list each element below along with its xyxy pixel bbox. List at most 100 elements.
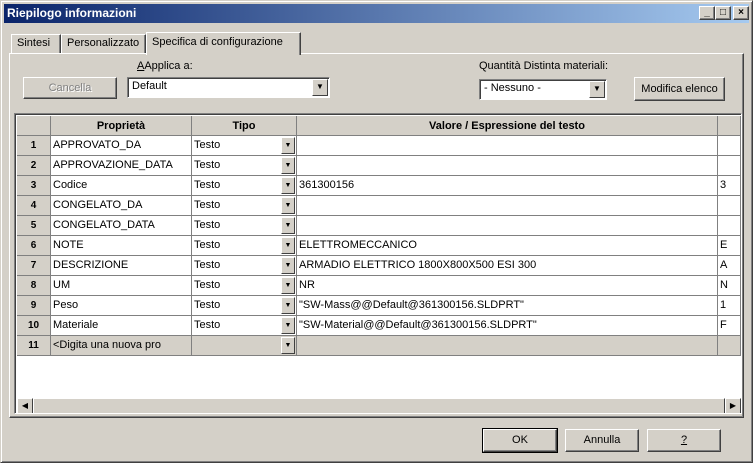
type-select-cell[interactable]: Testo ▼ <box>192 196 297 216</box>
grid-corner-header <box>17 116 51 136</box>
type-value: Testo <box>194 139 221 151</box>
property-name-cell[interactable]: Materiale <box>51 316 192 336</box>
property-name-cell[interactable]: NOTE <box>51 236 192 256</box>
maximize-button[interactable]: □ <box>715 6 731 20</box>
evaluated-value-cell: A <box>718 256 741 276</box>
chevron-down-icon[interactable]: ▼ <box>589 81 605 98</box>
row-number[interactable]: 4 <box>17 196 51 216</box>
property-name-cell[interactable]: Codice <box>51 176 192 196</box>
column-header-extra[interactable] <box>718 116 741 136</box>
scroll-left-icon[interactable]: ◀ <box>17 398 33 413</box>
property-name-cell[interactable]: APPROVATO_DA <box>51 136 192 156</box>
horizontal-scrollbar[interactable]: ◀ ▶ <box>17 398 741 413</box>
evaluated-value-cell <box>718 196 741 216</box>
scroll-right-icon[interactable]: ▶ <box>725 398 741 413</box>
evaluated-value-cell: 1 <box>718 296 741 316</box>
help-button[interactable]: ? <box>647 429 721 452</box>
ok-button[interactable]: OK <box>482 428 558 453</box>
chevron-down-icon[interactable]: ▼ <box>281 157 295 174</box>
scroll-thumb[interactable] <box>33 398 725 413</box>
column-header-property[interactable]: Proprietà <box>51 116 192 136</box>
type-select-cell[interactable]: Testo ▼ <box>192 136 297 156</box>
value-expression-cell[interactable] <box>297 156 718 176</box>
value-expression-cell[interactable]: "SW-Mass@@Default@361300156.SLDPRT" <box>297 296 718 316</box>
chevron-down-icon[interactable]: ▼ <box>281 237 295 254</box>
tab-specifica-configurazione[interactable]: Specifica di configurazione <box>146 32 301 55</box>
minimize-button[interactable]: _ <box>699 6 715 20</box>
type-value: Testo <box>194 259 221 271</box>
type-select-cell[interactable]: Testo ▼ <box>192 316 297 336</box>
value-expression-cell[interactable]: "SW-Material@@Default@361300156.SLDPRT" <box>297 316 718 336</box>
value-expression-cell[interactable]: ARMADIO ELETTRICO 1800X800X500 ESI 300 <box>297 256 718 276</box>
new-property-input[interactable]: <Digita una nuova pro <box>51 336 192 356</box>
evaluated-value-cell: N <box>718 276 741 296</box>
chevron-down-icon[interactable]: ▼ <box>281 297 295 314</box>
type-select-cell[interactable]: Testo ▼ <box>192 236 297 256</box>
type-select-cell[interactable]: Testo ▼ <box>192 156 297 176</box>
column-header-type[interactable]: Tipo <box>192 116 297 136</box>
tab-personalizzato[interactable]: Personalizzato <box>61 34 146 54</box>
bom-quantity-label: Quantità Distinta materiali: <box>479 60 608 72</box>
property-name-cell[interactable]: CONGELATO_DA <box>51 196 192 216</box>
row-number[interactable]: 6 <box>17 236 51 256</box>
chevron-down-icon[interactable]: ▼ <box>312 79 328 96</box>
row-number[interactable]: 11 <box>17 336 51 356</box>
value-expression-cell[interactable]: ELETTROMECCANICO <box>297 236 718 256</box>
type-value: Testo <box>194 219 221 231</box>
value-expression-cell[interactable] <box>297 136 718 156</box>
type-select-cell[interactable]: Testo ▼ <box>192 176 297 196</box>
properties-grid: Proprietà Tipo Valore / Espressione del … <box>14 113 742 414</box>
window-title: Riepilogo informazioni <box>7 6 137 20</box>
type-value: Testo <box>194 299 221 311</box>
evaluated-value-cell <box>718 136 741 156</box>
chevron-down-icon[interactable]: ▼ <box>281 317 295 334</box>
property-name-cell[interactable]: Peso <box>51 296 192 316</box>
chevron-down-icon[interactable]: ▼ <box>281 137 295 154</box>
row-number[interactable]: 5 <box>17 216 51 236</box>
new-type-select[interactable]: ▼ <box>192 336 297 356</box>
value-expression-cell[interactable]: 361300156 <box>297 176 718 196</box>
row-number[interactable]: 9 <box>17 296 51 316</box>
row-number[interactable]: 8 <box>17 276 51 296</box>
value-expression-cell[interactable] <box>297 196 718 216</box>
type-value: Testo <box>194 319 221 331</box>
type-select-cell[interactable]: Testo ▼ <box>192 216 297 236</box>
chevron-down-icon[interactable]: ▼ <box>281 197 295 214</box>
row-number[interactable]: 3 <box>17 176 51 196</box>
annulla-button[interactable]: Annulla <box>565 429 639 452</box>
type-value: Testo <box>194 239 221 251</box>
chevron-down-icon[interactable]: ▼ <box>281 277 295 294</box>
property-name-cell[interactable]: UM <box>51 276 192 296</box>
new-evaluated-cell <box>718 336 741 356</box>
cancel-config-button[interactable]: Cancella <box>23 77 117 99</box>
bom-quantity-select[interactable]: - Nessuno - ▼ <box>479 79 607 100</box>
row-number[interactable]: 1 <box>17 136 51 156</box>
apply-to-select[interactable]: Default ▼ <box>127 77 330 98</box>
value-expression-cell[interactable]: NR <box>297 276 718 296</box>
apply-to-label: AApplica a: <box>137 60 193 72</box>
type-select-cell[interactable]: Testo ▼ <box>192 276 297 296</box>
chevron-down-icon[interactable]: ▼ <box>281 337 295 354</box>
chevron-down-icon[interactable]: ▼ <box>281 257 295 274</box>
type-select-cell[interactable]: Testo ▼ <box>192 296 297 316</box>
chevron-down-icon[interactable]: ▼ <box>281 177 295 194</box>
row-number[interactable]: 7 <box>17 256 51 276</box>
property-name-cell[interactable]: CONGELATO_DATA <box>51 216 192 236</box>
row-number[interactable]: 2 <box>17 156 51 176</box>
type-select-cell[interactable]: Testo ▼ <box>192 256 297 276</box>
evaluated-value-cell <box>718 156 741 176</box>
type-value: Testo <box>194 279 221 291</box>
chevron-down-icon[interactable]: ▼ <box>281 217 295 234</box>
property-name-cell[interactable]: APPROVAZIONE_DATA <box>51 156 192 176</box>
value-expression-cell[interactable] <box>297 216 718 236</box>
new-value-cell[interactable] <box>297 336 718 356</box>
row-number[interactable]: 10 <box>17 316 51 336</box>
tab-sintesi[interactable]: Sintesi <box>11 34 61 54</box>
type-value: Testo <box>194 199 221 211</box>
property-name-cell[interactable]: DESCRIZIONE <box>51 256 192 276</box>
column-header-value[interactable]: Valore / Espressione del testo <box>297 116 718 136</box>
edit-list-button[interactable]: Modifica elenco <box>634 77 725 101</box>
evaluated-value-cell: E <box>718 236 741 256</box>
close-button[interactable]: × <box>733 6 749 20</box>
type-value: Testo <box>194 179 221 191</box>
